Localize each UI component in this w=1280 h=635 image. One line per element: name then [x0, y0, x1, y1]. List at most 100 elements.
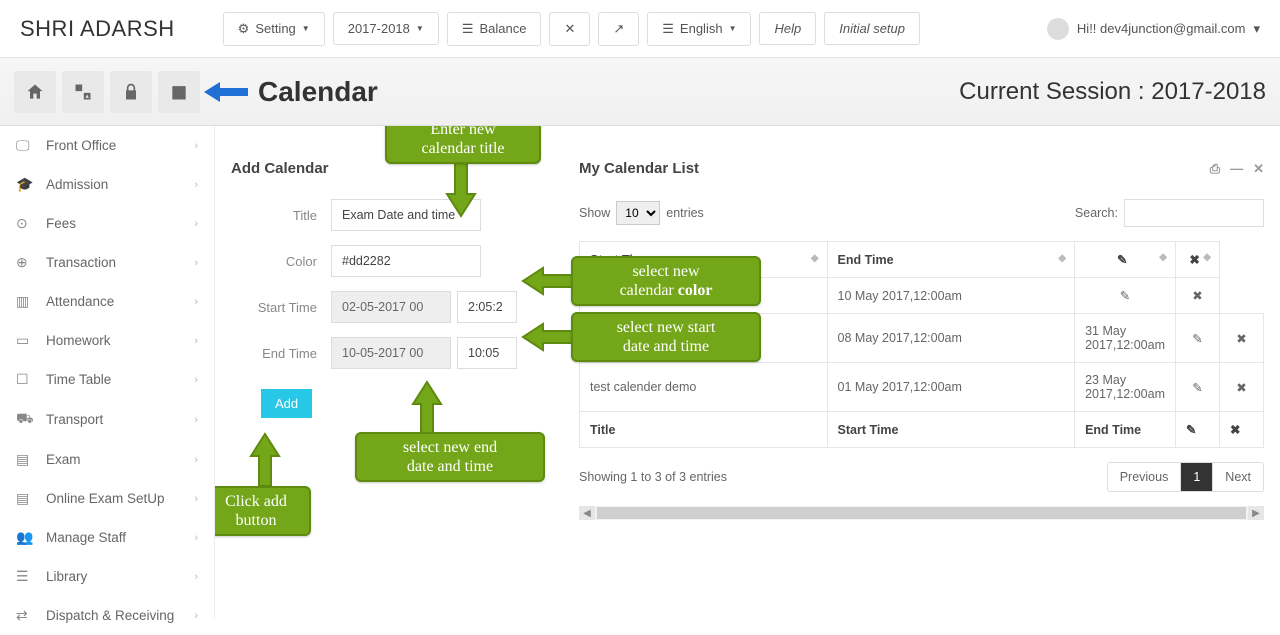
edit-button[interactable]: ✎ — [1176, 314, 1220, 363]
sidebar-item-label: Dispatch & Receiving — [46, 608, 174, 623]
col-end-label: End Time — [838, 253, 894, 267]
sort-icon: ◆ — [1159, 252, 1165, 263]
sidebar-item-exam[interactable]: ▤Exam› — [0, 440, 214, 479]
arrow-up-icon — [409, 380, 445, 436]
sidebar-item-manage-staff[interactable]: 👥Manage Staff› — [0, 518, 214, 557]
session-dropdown[interactable]: 2017-2018 ▼ — [333, 12, 439, 45]
fullscreen-button[interactable]: ✕ — [549, 12, 590, 46]
start-date-input[interactable] — [331, 291, 451, 323]
edit-button[interactable]: ✎ — [1075, 278, 1176, 314]
home-icon[interactable] — [14, 71, 56, 113]
sort-icon: ◆ — [811, 253, 817, 264]
end-time-input[interactable] — [457, 337, 517, 369]
user-menu[interactable]: Hi!! dev4junction@gmail.com ▾ — [1047, 18, 1260, 40]
sidebar-item-label: Front Office — [46, 138, 116, 153]
gear-icon: ⚙ — [238, 21, 250, 37]
calendar-icon[interactable] — [158, 71, 200, 113]
color-row: Color — [231, 245, 561, 277]
chevron-right-icon: › — [194, 532, 198, 544]
add-button[interactable]: Add — [261, 389, 312, 418]
col-end[interactable]: End Time◆ — [827, 242, 1075, 278]
chevron-right-icon: › — [194, 218, 198, 230]
foot-start: Start Time — [827, 412, 1075, 448]
chevron-right-icon: › — [194, 179, 198, 191]
language-dropdown[interactable]: ☰ English ▼ — [647, 12, 751, 46]
horizontal-scrollbar[interactable]: ◀ ▶ — [579, 506, 1264, 520]
resize-button[interactable]: ↗ — [598, 12, 639, 46]
lock-icon[interactable] — [110, 71, 152, 113]
sidebar-item-label: Fees — [46, 216, 76, 231]
col-edit[interactable]: ✎◆ — [1075, 242, 1176, 278]
chevron-right-icon: › — [194, 454, 198, 466]
table-row: test calender demo 01 May 2017,12:00am 2… — [580, 363, 1264, 412]
caret-down-icon: ▾ — [1253, 21, 1260, 37]
language-label: English — [680, 21, 723, 36]
translate-icon[interactable] — [62, 71, 104, 113]
panel-actions: ⎙ — ✕ — [1210, 161, 1264, 177]
color-input[interactable] — [331, 245, 481, 277]
pager-page-1[interactable]: 1 — [1180, 463, 1212, 491]
session-text: Current Session : 2017-2018 — [959, 78, 1266, 106]
datatable-footer: Showing 1 to 3 of 3 entries Previous 1 N… — [579, 462, 1264, 492]
sidebar-item-online-exam[interactable]: ▤Online Exam SetUp› — [0, 479, 214, 518]
sidebar-item-front-office[interactable]: 🖵Front Office› — [0, 126, 214, 165]
search-input[interactable] — [1124, 199, 1264, 227]
initial-setup-button[interactable]: Initial setup — [824, 12, 920, 45]
cell-start: 01 May 2017,12:00am — [827, 363, 1075, 412]
scroll-left-icon[interactable]: ◀ — [579, 506, 595, 520]
delete-button[interactable]: ✖ — [1220, 314, 1264, 363]
callout-title: Enter new calendar title — [385, 126, 541, 164]
chart-icon: ▥ — [16, 293, 34, 310]
users-icon: 👥 — [16, 529, 34, 546]
sidebar-item-homework[interactable]: ▭Homework› — [0, 321, 214, 360]
end-date-input[interactable] — [331, 337, 451, 369]
calendar-list-heading: My Calendar List ⎙ — ✕ — [579, 154, 1264, 199]
scroll-right-icon[interactable]: ▶ — [1248, 506, 1264, 520]
chevron-right-icon: › — [194, 414, 198, 426]
balance-button[interactable]: ☰ Balance — [447, 12, 542, 46]
entries-label: entries — [666, 206, 704, 220]
callout-start: select new start date and time — [571, 312, 761, 362]
page-length-select[interactable]: 10 — [616, 201, 660, 225]
sidebar-item-dispatch[interactable]: ⇄Dispatch & Receiving› — [0, 596, 214, 635]
sidebar-item-transport[interactable]: ⛟Transport› — [0, 399, 214, 440]
arrow-down-icon — [443, 162, 479, 218]
sidebar-item-timetable[interactable]: ☐Time Table› — [0, 360, 214, 399]
help-button[interactable]: Help — [759, 12, 816, 45]
sidebar-item-library[interactable]: ☰Library› — [0, 557, 214, 596]
start-label: Start Time — [231, 300, 331, 315]
arrow-left-icon — [521, 266, 575, 296]
sidebar-item-admission[interactable]: 🎓Admission› — [0, 165, 214, 204]
edit-button[interactable]: ✎ — [1176, 363, 1220, 412]
chevron-right-icon: › — [194, 374, 198, 386]
pager-next[interactable]: Next — [1212, 463, 1263, 491]
sidebar-item-fees[interactable]: ⊙Fees› — [0, 204, 214, 243]
print-icon[interactable]: ⎙ — [1210, 161, 1220, 177]
chevron-right-icon: › — [194, 296, 198, 308]
sidebar-item-transaction[interactable]: ⊕Transaction› — [0, 243, 214, 282]
chevron-right-icon: › — [194, 571, 198, 583]
sidebar-item-label: Homework — [46, 333, 111, 348]
delete-button[interactable]: ✖ — [1220, 363, 1264, 412]
close-icon[interactable]: ✕ — [1253, 161, 1264, 177]
pager-prev[interactable]: Previous — [1108, 463, 1181, 491]
caret-down-icon: ▼ — [729, 24, 737, 33]
minimize-icon[interactable]: — — [1230, 161, 1243, 177]
delete-button[interactable]: ✖ — [1176, 278, 1220, 314]
brand-title: SHRI ADARSH — [20, 16, 175, 42]
table-info: Showing 1 to 3 of 3 entries — [579, 470, 727, 484]
transaction-icon: ⊕ — [16, 254, 34, 271]
sidebar-item-label: Transaction — [46, 255, 116, 270]
layout: 🖵Front Office› 🎓Admission› ⊙Fees› ⊕Trans… — [0, 126, 1280, 618]
calendar-icon: ☐ — [16, 371, 34, 388]
sidebar-item-attendance[interactable]: ▥Attendance› — [0, 282, 214, 321]
scroll-thumb[interactable] — [597, 507, 1246, 519]
callout-color-line2a: calendar — [620, 282, 678, 299]
sidebar-item-label: Online Exam SetUp — [46, 491, 165, 506]
page-title: Calendar — [258, 76, 378, 108]
setting-dropdown[interactable]: ⚙ Setting ▼ — [223, 12, 325, 46]
start-time-input[interactable] — [457, 291, 517, 323]
callout-end: select new end date and time — [355, 432, 545, 482]
pointer-arrow-icon — [204, 80, 248, 104]
col-delete[interactable]: ✖◆ — [1176, 242, 1220, 278]
